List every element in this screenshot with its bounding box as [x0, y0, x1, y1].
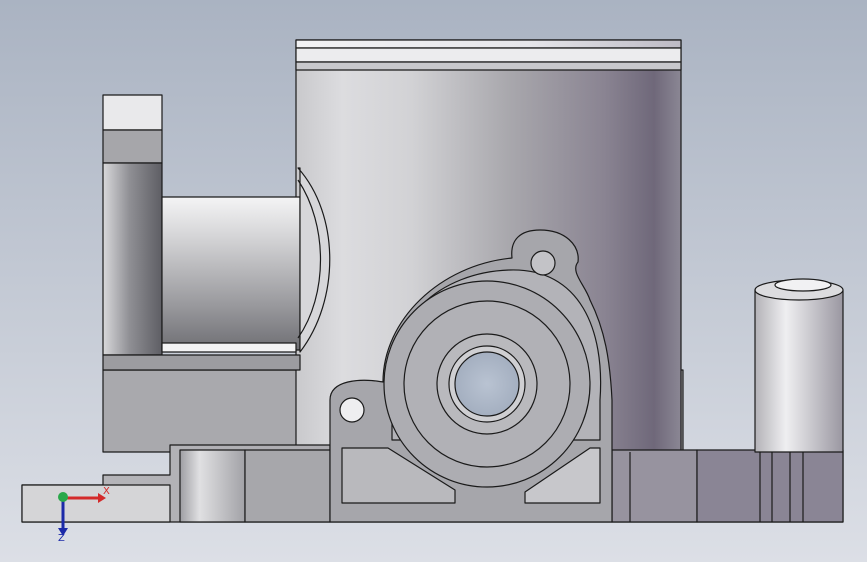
- left-flange-top: [102, 94, 163, 131]
- base-pad-mid: [244, 449, 331, 523]
- left-flange-body: [102, 162, 163, 356]
- left-flange-slot: [102, 129, 163, 164]
- intake-tube-lip: [161, 342, 297, 353]
- top-boss-hole[interactable]: [530, 250, 556, 276]
- right-post[interactable]: [754, 289, 844, 453]
- graphics-viewport[interactable]: X Z: [0, 0, 867, 562]
- cylinder-top-band: [295, 61, 682, 71]
- base-pad-right: [611, 449, 698, 523]
- right-post-top: [774, 278, 832, 292]
- cylinder-top-ring: [295, 39, 682, 49]
- z-axis-label: Z: [58, 533, 65, 544]
- left-flange-lower: [102, 354, 301, 371]
- shaft-bore[interactable]: [454, 351, 520, 417]
- left-foot: [21, 484, 171, 523]
- x-axis-label: X: [103, 486, 110, 497]
- base-pad-left: [179, 449, 246, 523]
- base-pad-far: [696, 449, 844, 523]
- cylinder-top-groove: [295, 47, 682, 63]
- intake-tube[interactable]: [161, 196, 301, 351]
- y-axis-origin: [58, 492, 68, 502]
- left-boss-hole[interactable]: [339, 397, 365, 423]
